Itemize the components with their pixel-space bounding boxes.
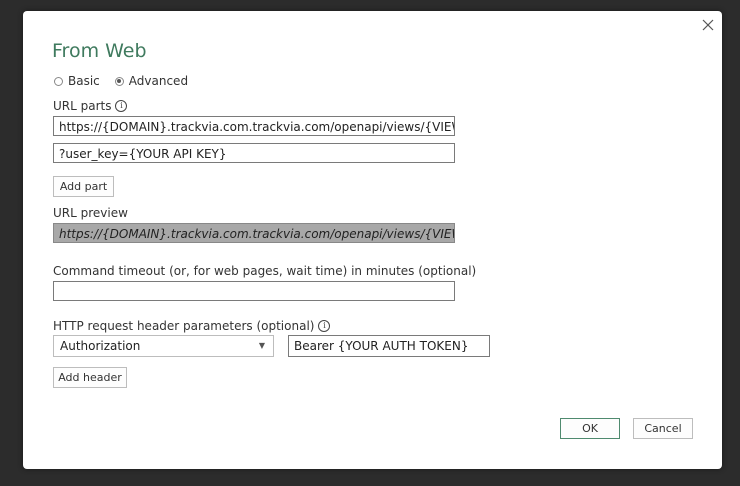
basic-radio-label: Basic <box>68 74 100 88</box>
close-icon <box>702 19 714 31</box>
http-headers-info-icon[interactable]: i <box>318 320 331 332</box>
add-part-button[interactable]: Add part <box>53 176 114 197</box>
advanced-radio[interactable]: Advanced <box>114 74 189 88</box>
url-preview-label: URL preview <box>53 206 128 220</box>
close-button[interactable] <box>698 16 718 36</box>
url-parts-label-row: URL parts i <box>53 99 128 113</box>
basic-radio[interactable]: Basic <box>54 74 100 88</box>
url-preview-label-text: URL preview <box>53 206 128 220</box>
add-header-button[interactable]: Add header <box>53 367 127 388</box>
command-timeout-label-text: Command timeout (or, for web pages, wait… <box>53 264 477 278</box>
cancel-button[interactable]: Cancel <box>633 418 693 439</box>
chevron-down-icon: ▼ <box>258 341 265 350</box>
header-name-select[interactable]: Authorization ▼ <box>53 335 274 357</box>
command-timeout-input[interactable] <box>53 281 455 301</box>
header-value-input[interactable]: Bearer {YOUR AUTH TOKEN} <box>288 335 490 357</box>
url-parts-info-icon[interactable]: i <box>115 100 128 112</box>
advanced-radio-label: Advanced <box>128 74 189 88</box>
http-headers-label-row: HTTP request header parameters (optional… <box>53 319 331 333</box>
command-timeout-label: Command timeout (or, for web pages, wait… <box>53 264 476 278</box>
url-parts-label: URL parts <box>53 99 112 113</box>
url-preview-field: https://{DOMAIN}.trackvia.com.trackvia.c… <box>53 223 455 243</box>
header-name-value: Authorization <box>60 339 141 353</box>
dialog-title: From Web <box>52 40 147 62</box>
basic-radio-circle[interactable] <box>54 76 63 86</box>
http-headers-label: HTTP request header parameters (optional… <box>53 319 315 333</box>
mode-radio-group: Basic Advanced <box>54 74 203 88</box>
advanced-radio-circle[interactable] <box>114 76 124 86</box>
from-web-dialog: From Web Basic Advanced URL parts i http… <box>23 11 722 469</box>
ok-button[interactable]: OK <box>560 418 620 439</box>
url-part-input-2[interactable]: ?user_key={YOUR API KEY} <box>53 143 455 163</box>
url-part-input-1[interactable]: https://{DOMAIN}.trackvia.com.trackvia.c… <box>53 116 455 136</box>
